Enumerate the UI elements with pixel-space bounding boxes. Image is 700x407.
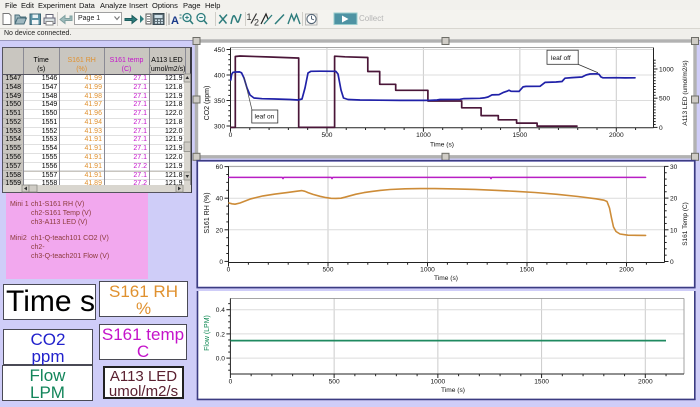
svg-text:S161 RH (%): S161 RH (%) [204, 192, 211, 233]
svg-text:1500: 1500 [534, 379, 549, 386]
svg-text:400: 400 [214, 73, 225, 80]
svg-text:500: 500 [322, 267, 333, 274]
svg-text:1500: 1500 [513, 132, 528, 139]
svg-text:2000: 2000 [609, 132, 624, 139]
svg-text:1000: 1000 [420, 267, 435, 274]
svg-text:Time (s): Time (s) [430, 142, 454, 149]
svg-text:1000: 1000 [416, 132, 431, 139]
svg-text:1: 1 [247, 12, 252, 22]
svg-text:Time (s): Time (s) [441, 387, 465, 394]
svg-text:A113 LED (umol/m2/s): A113 LED (umol/m2/s) [682, 60, 689, 125]
svg-text:10: 10 [670, 227, 678, 234]
svg-text:Flow (LPM): Flow (LPM) [204, 315, 211, 351]
svg-text:0: 0 [227, 267, 231, 274]
svg-text:30: 30 [670, 164, 678, 171]
svg-text:500: 500 [321, 132, 332, 139]
svg-text:0: 0 [229, 132, 233, 139]
svg-text:0: 0 [659, 125, 663, 132]
svg-text:1500: 1500 [520, 267, 535, 274]
svg-text:1000: 1000 [431, 379, 446, 386]
svg-text:500: 500 [329, 379, 340, 386]
svg-text:40: 40 [216, 196, 224, 203]
svg-text:20: 20 [670, 196, 678, 203]
svg-text:2: 2 [254, 18, 259, 28]
svg-text:CO2 (ppm): CO2 (ppm) [204, 86, 211, 121]
svg-text:1000: 1000 [659, 66, 674, 73]
svg-text:0.0: 0.0 [216, 356, 225, 363]
svg-text:300: 300 [214, 124, 225, 131]
svg-text:leaf on: leaf on [255, 114, 275, 121]
svg-text:0.2: 0.2 [216, 331, 225, 338]
svg-text:450: 450 [214, 47, 225, 54]
svg-text:2000: 2000 [619, 267, 634, 274]
svg-text:S161 Temp (C): S161 Temp (C) [682, 202, 689, 246]
svg-text:2000: 2000 [638, 379, 653, 386]
svg-text:60: 60 [216, 164, 224, 171]
svg-text:Time (s): Time (s) [434, 275, 458, 282]
svg-text:0: 0 [229, 379, 233, 386]
svg-text:0.4: 0.4 [216, 307, 225, 314]
svg-text:0: 0 [219, 259, 223, 266]
svg-text:A: A [171, 15, 179, 27]
svg-text:leaf off: leaf off [551, 55, 571, 62]
svg-text:500: 500 [659, 96, 670, 103]
svg-text:350: 350 [214, 98, 225, 105]
svg-text:20: 20 [216, 227, 224, 234]
svg-text:0: 0 [670, 259, 674, 266]
